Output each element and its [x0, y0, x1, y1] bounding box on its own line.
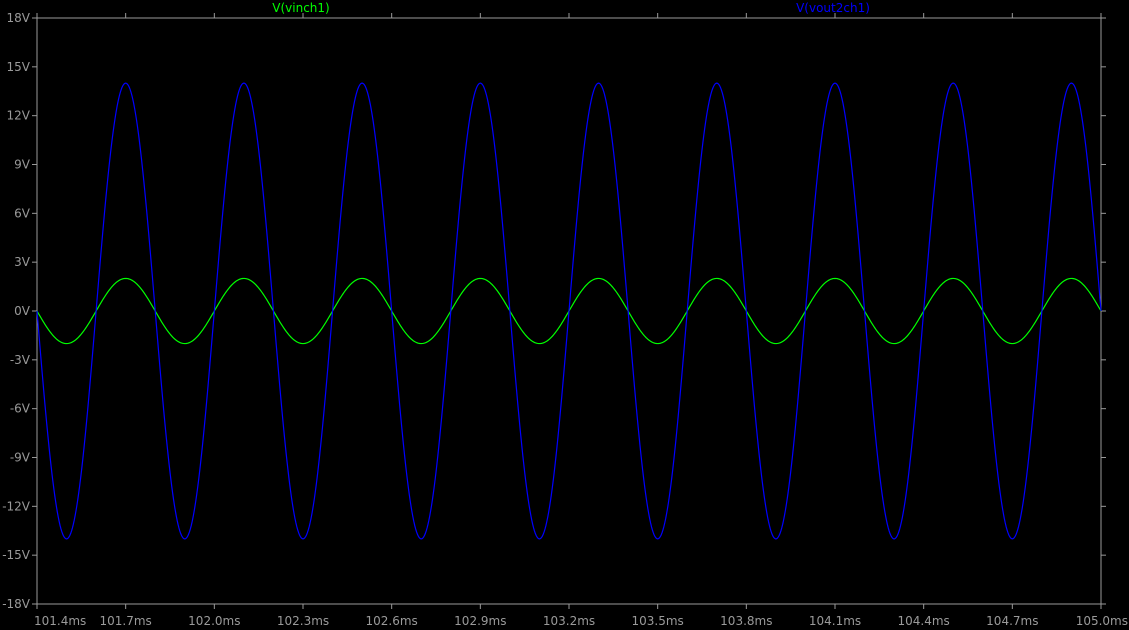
x-tick-label: 105.0ms [1076, 614, 1128, 628]
y-tick-label: 9V [14, 158, 31, 172]
y-tick-label: 0V [14, 304, 31, 318]
x-tick-label: 104.4ms [898, 614, 950, 628]
x-tick-label: 102.9ms [454, 614, 506, 628]
legend-vinch1[interactable]: V(vinch1) [272, 1, 329, 15]
x-tick-label: 103.2ms [543, 614, 595, 628]
x-tick-label: 104.1ms [809, 614, 861, 628]
x-tick-label: 103.8ms [720, 614, 772, 628]
y-tick-label: -18V [2, 597, 31, 611]
legend-vout2ch1[interactable]: V(vout2ch1) [796, 1, 870, 15]
y-tick-label: -15V [2, 548, 31, 562]
y-tick-label: -9V [10, 451, 31, 465]
y-tick-label: 15V [7, 60, 31, 74]
x-axis: 101.4ms 101.7ms 102.0ms 102.3ms 102.6ms 102.9… [34, 13, 1128, 628]
y-tick-label: -6V [10, 402, 31, 416]
series-layer [36, 82, 1102, 540]
y-tick-label: 12V [7, 109, 31, 123]
x-tick-label: 102.6ms [366, 614, 418, 628]
y-tick-label: 18V [7, 11, 31, 25]
waveform-plot: 18V 15V 12V 9V 6V 3V 0V -3V -6V -9V -12V -15V -18V 1… [2, 1, 1128, 628]
y-tick-label: 3V [14, 255, 31, 269]
x-tick-label: 103.5ms [632, 614, 684, 628]
y-tick-label: -12V [2, 499, 31, 513]
series-line-vout2ch1[interactable] [36, 82, 1102, 540]
x-tick-label: 101.4ms [34, 614, 86, 628]
x-tick-label: 101.7ms [100, 614, 152, 628]
y-tick-label: 6V [14, 206, 31, 220]
x-tick-label: 104.7ms [986, 614, 1038, 628]
y-tick-label: -3V [10, 353, 31, 367]
x-tick-label: 102.0ms [188, 614, 240, 628]
y-axis: 18V 15V 12V 9V 6V 3V 0V -3V -6V -9V -12V -15V -18V [2, 11, 1106, 611]
x-tick-label: 102.3ms [277, 614, 329, 628]
